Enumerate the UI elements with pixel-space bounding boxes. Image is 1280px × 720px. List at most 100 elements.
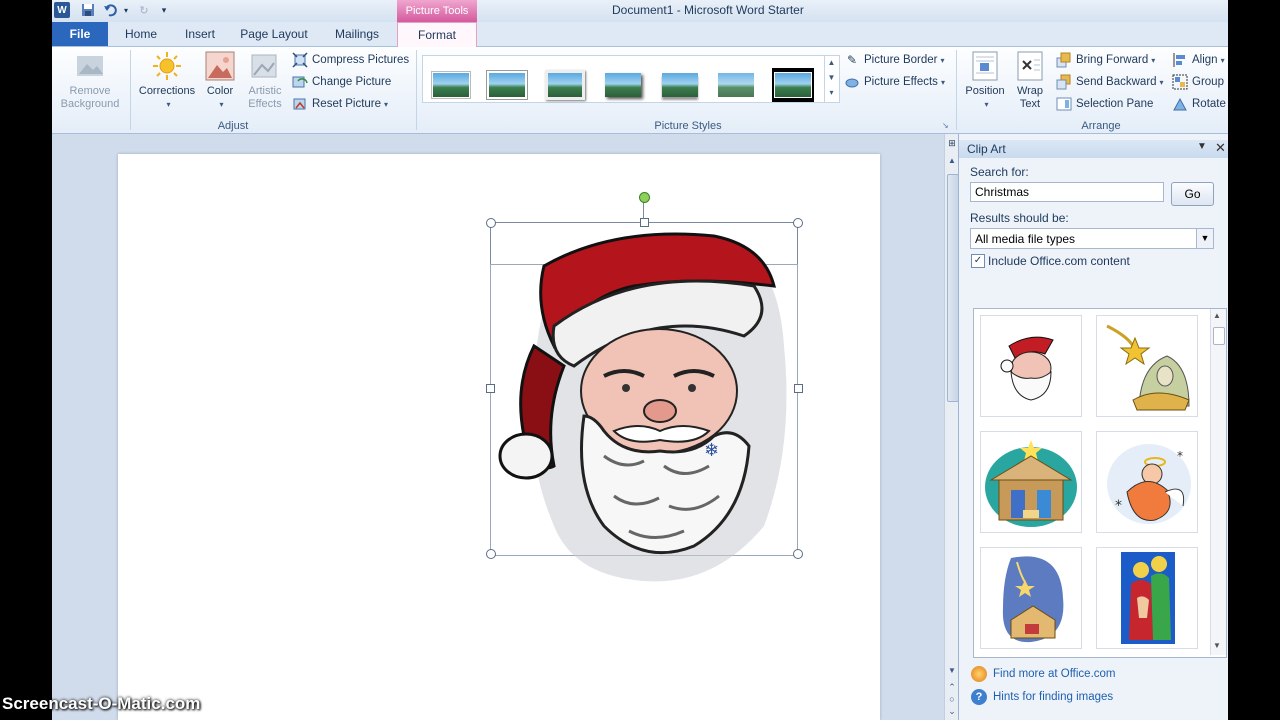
resize-handle-ne[interactable] <box>793 218 803 228</box>
chevron-down-icon[interactable]: ▼ <box>1196 229 1213 248</box>
pencil-icon: ✎ <box>846 53 858 67</box>
resize-handle-se[interactable] <box>793 549 803 559</box>
picture-style-shadow[interactable] <box>603 70 643 100</box>
search-input[interactable]: Christmas <box>970 182 1164 202</box>
save-icon[interactable] <box>80 2 96 18</box>
gallery-scroll[interactable]: ▲ ▼ ▾ <box>824 55 838 103</box>
align-button[interactable]: Align ▾ <box>1172 51 1225 69</box>
pane-options-icon[interactable]: ▼ <box>1197 141 1207 152</box>
hints-link[interactable]: ? Hints for finding images <box>971 689 1113 705</box>
selection-pane-button[interactable]: Selection Pane <box>1056 95 1153 113</box>
customize-qat-icon[interactable]: ▾ <box>156 2 172 18</box>
group-button[interactable]: Group <box>1172 73 1224 91</box>
scroll-up-icon[interactable]: ▲ <box>946 156 958 168</box>
results-scrollbar[interactable]: ▲ ▼ <box>1210 309 1226 655</box>
tab-page-layout[interactable]: Page Layout <box>238 22 310 46</box>
tab-home[interactable]: Home <box>118 22 164 46</box>
compress-pictures-button[interactable]: Compress Pictures <box>292 51 409 69</box>
rotate-button[interactable]: Rotate <box>1172 95 1226 113</box>
chevron-down-icon: ▾ <box>1159 77 1164 87</box>
dialog-launcher-icon[interactable]: ↘ <box>942 121 949 130</box>
chevron-down-icon: ▾ <box>984 100 989 109</box>
angel-icon: * * <box>1107 444 1191 524</box>
document-area: ❄ <box>52 134 944 720</box>
document-page[interactable]: ❄ <box>118 154 880 720</box>
chevron-down-icon: ▾ <box>940 55 945 65</box>
tab-insert[interactable]: Insert <box>178 22 222 46</box>
divider <box>130 50 131 130</box>
nativity-star-icon <box>1106 324 1190 411</box>
wrap-text-button[interactable]: Wrap Text <box>1010 50 1050 111</box>
results-scroll-thumb[interactable] <box>1213 327 1225 345</box>
tab-mailings[interactable]: Mailings <box>328 22 386 46</box>
bring-forward-label: Bring Forward <box>1076 54 1149 66</box>
picture-style-soft-edge[interactable] <box>716 70 756 100</box>
remove-background-button[interactable]: Remove Background <box>54 50 126 111</box>
bring-forward-button[interactable]: Bring Forward ▾ <box>1056 51 1155 69</box>
media-type-select[interactable]: All media file types ▼ <box>970 228 1214 249</box>
undo-dropdown-icon[interactable]: ▾ <box>118 2 134 18</box>
picture-style-simple-frame[interactable] <box>431 70 471 100</box>
corrections-button[interactable]: Corrections ▾ <box>134 50 200 111</box>
send-backward-icon <box>1056 74 1072 90</box>
align-icon <box>1172 52 1188 68</box>
include-office-checkbox[interactable]: ✓ <box>971 254 985 268</box>
artistic-effects-button[interactable]: Artistic Effects <box>240 50 290 111</box>
reset-picture-icon <box>292 96 308 112</box>
picture-style-reflected[interactable] <box>660 70 700 100</box>
browse-object-icon[interactable]: ○ <box>946 694 958 704</box>
include-office-label: Include Office.com content <box>988 254 1130 268</box>
close-icon[interactable]: ✕ <box>1215 140 1226 156</box>
scroll-up-icon[interactable]: ▲ <box>1213 311 1221 320</box>
screencast-watermark: Screencast-O-Matic.com <box>2 694 201 713</box>
clip-result-nativity-star[interactable] <box>1096 315 1198 417</box>
santa-clipart-image[interactable]: ❄ <box>494 226 794 596</box>
find-more-link[interactable]: Find more at Office.com <box>971 666 1116 682</box>
position-button[interactable]: Position ▾ <box>958 50 1012 111</box>
rotation-handle[interactable] <box>639 192 650 203</box>
prev-page-icon[interactable]: ⌃ <box>946 682 958 693</box>
color-picture-icon <box>204 50 236 82</box>
group-icon <box>1172 74 1188 90</box>
change-picture-button[interactable]: Change Picture <box>292 73 391 91</box>
next-page-icon[interactable]: ⌄ <box>946 706 958 717</box>
divider <box>956 50 957 130</box>
tab-format[interactable]: Format <box>397 22 477 47</box>
word-logo-icon[interactable]: W <box>54 2 70 18</box>
rotate-label: Rotate <box>1192 98 1226 110</box>
remove-background-label: Remove Background <box>60 85 120 110</box>
resize-handle-e[interactable] <box>794 384 803 393</box>
picture-style-white-frame[interactable] <box>487 70 527 100</box>
picture-effects-button[interactable]: Picture Effects ▾ <box>844 73 945 91</box>
chevron-down-icon: ▾ <box>219 100 224 109</box>
ruler-toggle-icon[interactable]: ⊞ <box>946 138 958 152</box>
scroll-down-icon[interactable]: ▼ <box>946 666 958 675</box>
clip-art-pane-header: Clip Art ▼ ✕ <box>959 140 1228 158</box>
corrections-label: Corrections <box>138 85 196 97</box>
clip-result-angel[interactable]: * * <box>1096 431 1198 533</box>
title-bar: W ▾ ↻ ▾ Picture Tools Document1 - Micros… <box>52 0 1228 22</box>
picture-style-thick-matte[interactable] <box>545 70 585 100</box>
redo-icon[interactable]: ↻ <box>136 2 152 18</box>
clip-result-shooting-star[interactable] <box>980 547 1082 649</box>
hints-label: Hints for finding images <box>993 691 1114 703</box>
ribbon-tabs: File Home Insert Page Layout Mailings Fo… <box>52 22 1228 47</box>
color-button[interactable]: Color ▾ <box>200 50 240 111</box>
selection-pane-label: Selection Pane <box>1076 98 1154 110</box>
clip-result-santa[interactable] <box>980 315 1082 417</box>
sun-icon <box>151 50 183 82</box>
send-backward-button[interactable]: Send Backward ▾ <box>1056 73 1164 91</box>
picture-border-button[interactable]: ✎ Picture Border ▾ <box>844 51 945 69</box>
reset-picture-button[interactable]: Reset Picture ▾ <box>292 95 388 113</box>
clip-result-holy-family[interactable] <box>1096 547 1198 649</box>
rotate-icon <box>1172 96 1188 112</box>
undo-icon[interactable] <box>102 2 118 18</box>
tab-file[interactable]: File <box>52 22 108 46</box>
go-button[interactable]: Go <box>1171 182 1214 206</box>
scroll-down-icon[interactable]: ▼ <box>1213 641 1221 650</box>
wrap-text-icon <box>1014 50 1046 82</box>
shooting-star-nativity-icon <box>1002 556 1064 643</box>
clip-result-manger[interactable] <box>980 431 1082 533</box>
document-scrollbar[interactable]: ⊞ ▲ ▼ ⌃ ○ ⌄ <box>944 134 959 720</box>
picture-style-black-frame[interactable] <box>772 68 814 102</box>
